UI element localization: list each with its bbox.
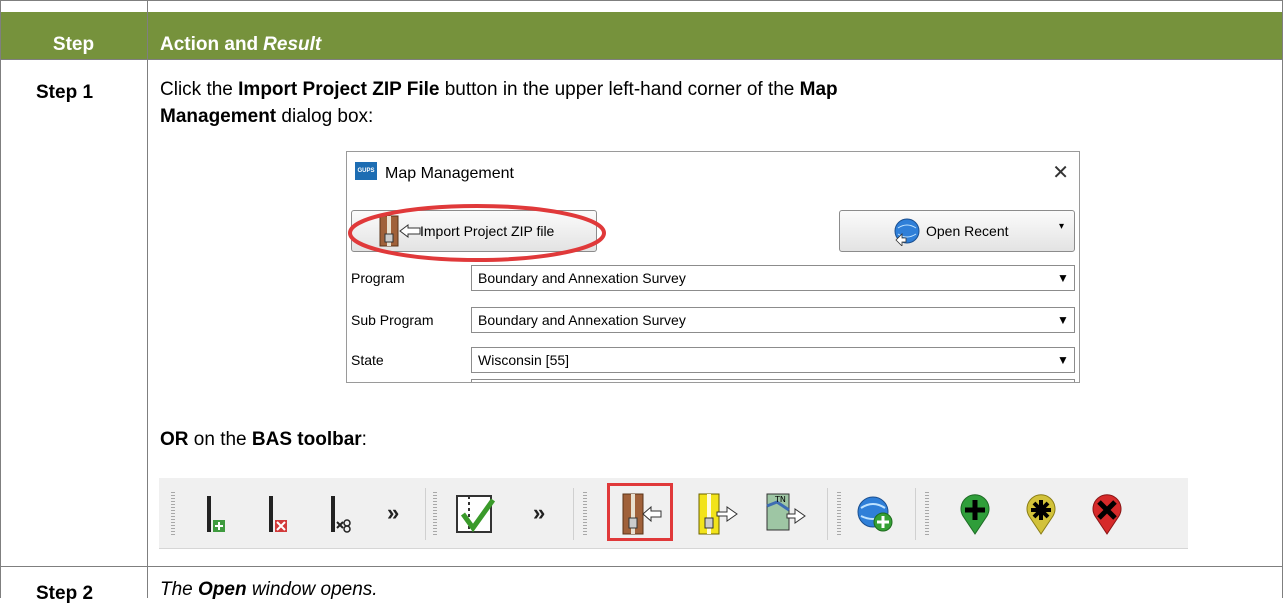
text-bold-import-zip: Import Project ZIP File: [238, 79, 440, 100]
step-1-label: Step 1: [36, 82, 94, 103]
table-header: Step Action and Result: [0, 12, 1283, 59]
left-border: [0, 0, 1, 598]
import-zip-highlight: [607, 483, 673, 541]
text-run: window opens.: [246, 579, 378, 600]
open-recent-label: Open Recent: [926, 223, 1009, 239]
text-bold-map: Map: [799, 79, 838, 100]
export-zip-icon[interactable]: [695, 492, 739, 536]
add-web-service-icon[interactable]: [853, 492, 897, 536]
red-highlight-ellipse: [348, 204, 606, 262]
header-action-prefix: Action and: [160, 34, 259, 55]
open-recent-button[interactable]: Open Recent ▾: [839, 210, 1075, 252]
split-line-icon[interactable]: [323, 492, 367, 536]
chevron-down-icon: ▼: [1057, 313, 1069, 327]
modify-point-icon[interactable]: [1019, 492, 1063, 536]
text-run: on the: [188, 429, 252, 450]
export-map-icon[interactable]: TN: [763, 492, 807, 536]
toolbar-separator: [425, 488, 426, 540]
row-divider: [0, 566, 1283, 567]
state-label: State: [351, 352, 384, 368]
toolbar-grip[interactable]: [171, 492, 175, 536]
bas-toolbar: » » TN: [159, 478, 1188, 549]
header-action: Action and Result: [160, 12, 321, 59]
toolbar-separator: [573, 488, 574, 540]
program-label: Program: [351, 270, 405, 286]
toolbar-separator: [915, 488, 916, 540]
sub-program-value: Boundary and Annexation Survey: [478, 312, 686, 328]
text-run: The: [160, 579, 199, 600]
delete-line-icon[interactable]: [261, 492, 305, 536]
globe-recent-icon: [894, 218, 920, 246]
text-bold-management: Management: [160, 106, 277, 127]
text-run: dialog box:: [276, 106, 374, 127]
toolbar-grip[interactable]: [925, 492, 929, 536]
chevron-down-icon: ▼: [1057, 353, 1069, 367]
text-run: :: [361, 429, 367, 450]
state-select[interactable]: Wisconsin [55] ▼: [471, 347, 1075, 373]
program-value: Boundary and Annexation Survey: [478, 270, 686, 286]
step-2-label: Step 2: [36, 583, 94, 604]
text-run: button in the upper left-hand corner of …: [439, 79, 800, 100]
dropdown-arrow-icon: ▾: [1058, 221, 1064, 232]
toolbar-separator: [827, 488, 828, 540]
dialog-title: Map Management: [385, 165, 514, 182]
column-divider: [147, 0, 148, 598]
add-point-icon[interactable]: [953, 492, 997, 536]
top-border: [0, 0, 1283, 1]
chevron-down-icon: ▼: [1057, 271, 1069, 285]
toolbar-grip[interactable]: [837, 492, 841, 536]
overflow-chevron-icon[interactable]: »: [387, 500, 399, 526]
text-bold-bas-toolbar: BAS toolbar: [251, 429, 362, 450]
text-bold-open: Open: [198, 579, 247, 600]
close-icon[interactable]: ✕: [1052, 160, 1069, 185]
step-2-instruction: The Open window opens.: [160, 576, 378, 603]
text-run: Click the: [160, 79, 239, 100]
validate-check-icon[interactable]: [451, 492, 495, 536]
header-action-result: Result: [263, 34, 322, 55]
toolbar-grip[interactable]: [583, 492, 587, 536]
svg-text:TN: TN: [774, 495, 786, 504]
or-toolbar-text: OR on the BAS toolbar:: [160, 426, 367, 453]
add-line-icon[interactable]: [199, 492, 243, 536]
sub-program-select[interactable]: Boundary and Annexation Survey ▼: [471, 307, 1075, 333]
program-select[interactable]: Boundary and Annexation Survey ▼: [471, 265, 1075, 291]
next-field-top-edge: [471, 379, 1075, 382]
state-value: Wisconsin [55]: [478, 352, 570, 368]
instruction-table: Step Action and Result Step 1 Click the …: [0, 0, 1283, 604]
gups-logo-icon: GUPS: [355, 162, 377, 180]
sub-program-label: Sub Program: [351, 312, 434, 328]
overflow-chevron-icon[interactable]: »: [533, 500, 545, 526]
header-bottom-border: [0, 59, 1283, 60]
step-1-instruction: Click the Import Project ZIP File button…: [160, 76, 1160, 130]
toolbar-grip[interactable]: [433, 492, 437, 536]
text-bold-or: OR: [160, 429, 189, 450]
map-management-dialog: GUPS Map Management ✕ Import Project ZIP…: [346, 151, 1080, 383]
header-step: Step: [52, 34, 95, 55]
delete-point-icon[interactable]: [1085, 492, 1129, 536]
